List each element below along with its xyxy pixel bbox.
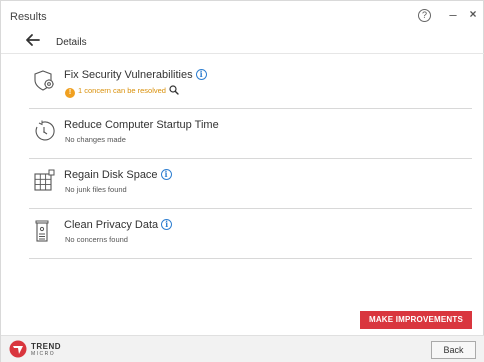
logo-text: TREND [31,342,62,351]
make-improvements-button[interactable]: MAKE IMPROVEMENTS [360,311,472,329]
shield-gear-icon [33,69,57,93]
trend-micro-logo-icon [9,340,27,358]
help-button[interactable]: ? [418,9,431,22]
privacy-document-icon [33,219,57,243]
result-item-startup: Reduce Computer Startup Time No changes … [29,109,472,159]
result-item-disk: Regain Disk Space i No junk files found [29,159,472,209]
disk-grid-icon [33,169,57,193]
close-button[interactable]: × [467,8,479,22]
magnifier-icon[interactable] [169,85,179,95]
logo-subtext: MICRO [31,351,56,357]
item-name: Fix Security Vulnerabilities i [64,69,207,81]
sub-header: Details [1,28,484,54]
item-name: Regain Disk Space i [64,169,172,181]
info-icon[interactable]: i [161,219,173,230]
info-icon[interactable]: i [160,169,172,180]
stopwatch-icon [33,119,57,143]
item-status: No junk files found [65,185,127,194]
item-status: ! 1 concern can be resolved [65,85,179,98]
minimize-button[interactable]: – [447,8,459,22]
item-name: Clean Privacy Data i [64,219,173,231]
info-icon[interactable]: i [195,69,207,80]
page-title: Details [56,37,87,48]
window-title: Results [10,11,47,23]
item-status: No concerns found [65,235,128,244]
item-name: Reduce Computer Startup Time [64,119,219,131]
back-arrow-icon[interactable] [25,33,41,47]
app-window: Results ? – × Details Fix Security Vulne… [0,0,484,362]
back-button[interactable]: Back [431,341,476,359]
title-bar: Results ? – × [1,1,484,27]
result-item-privacy: Clean Privacy Data i No concerns found [29,209,472,259]
item-status: No changes made [65,135,126,144]
result-item-security: Fix Security Vulnerabilities i ! 1 concern… [29,59,472,109]
footer: TREND MICRO Back [1,335,484,362]
warning-icon: ! [65,88,75,98]
